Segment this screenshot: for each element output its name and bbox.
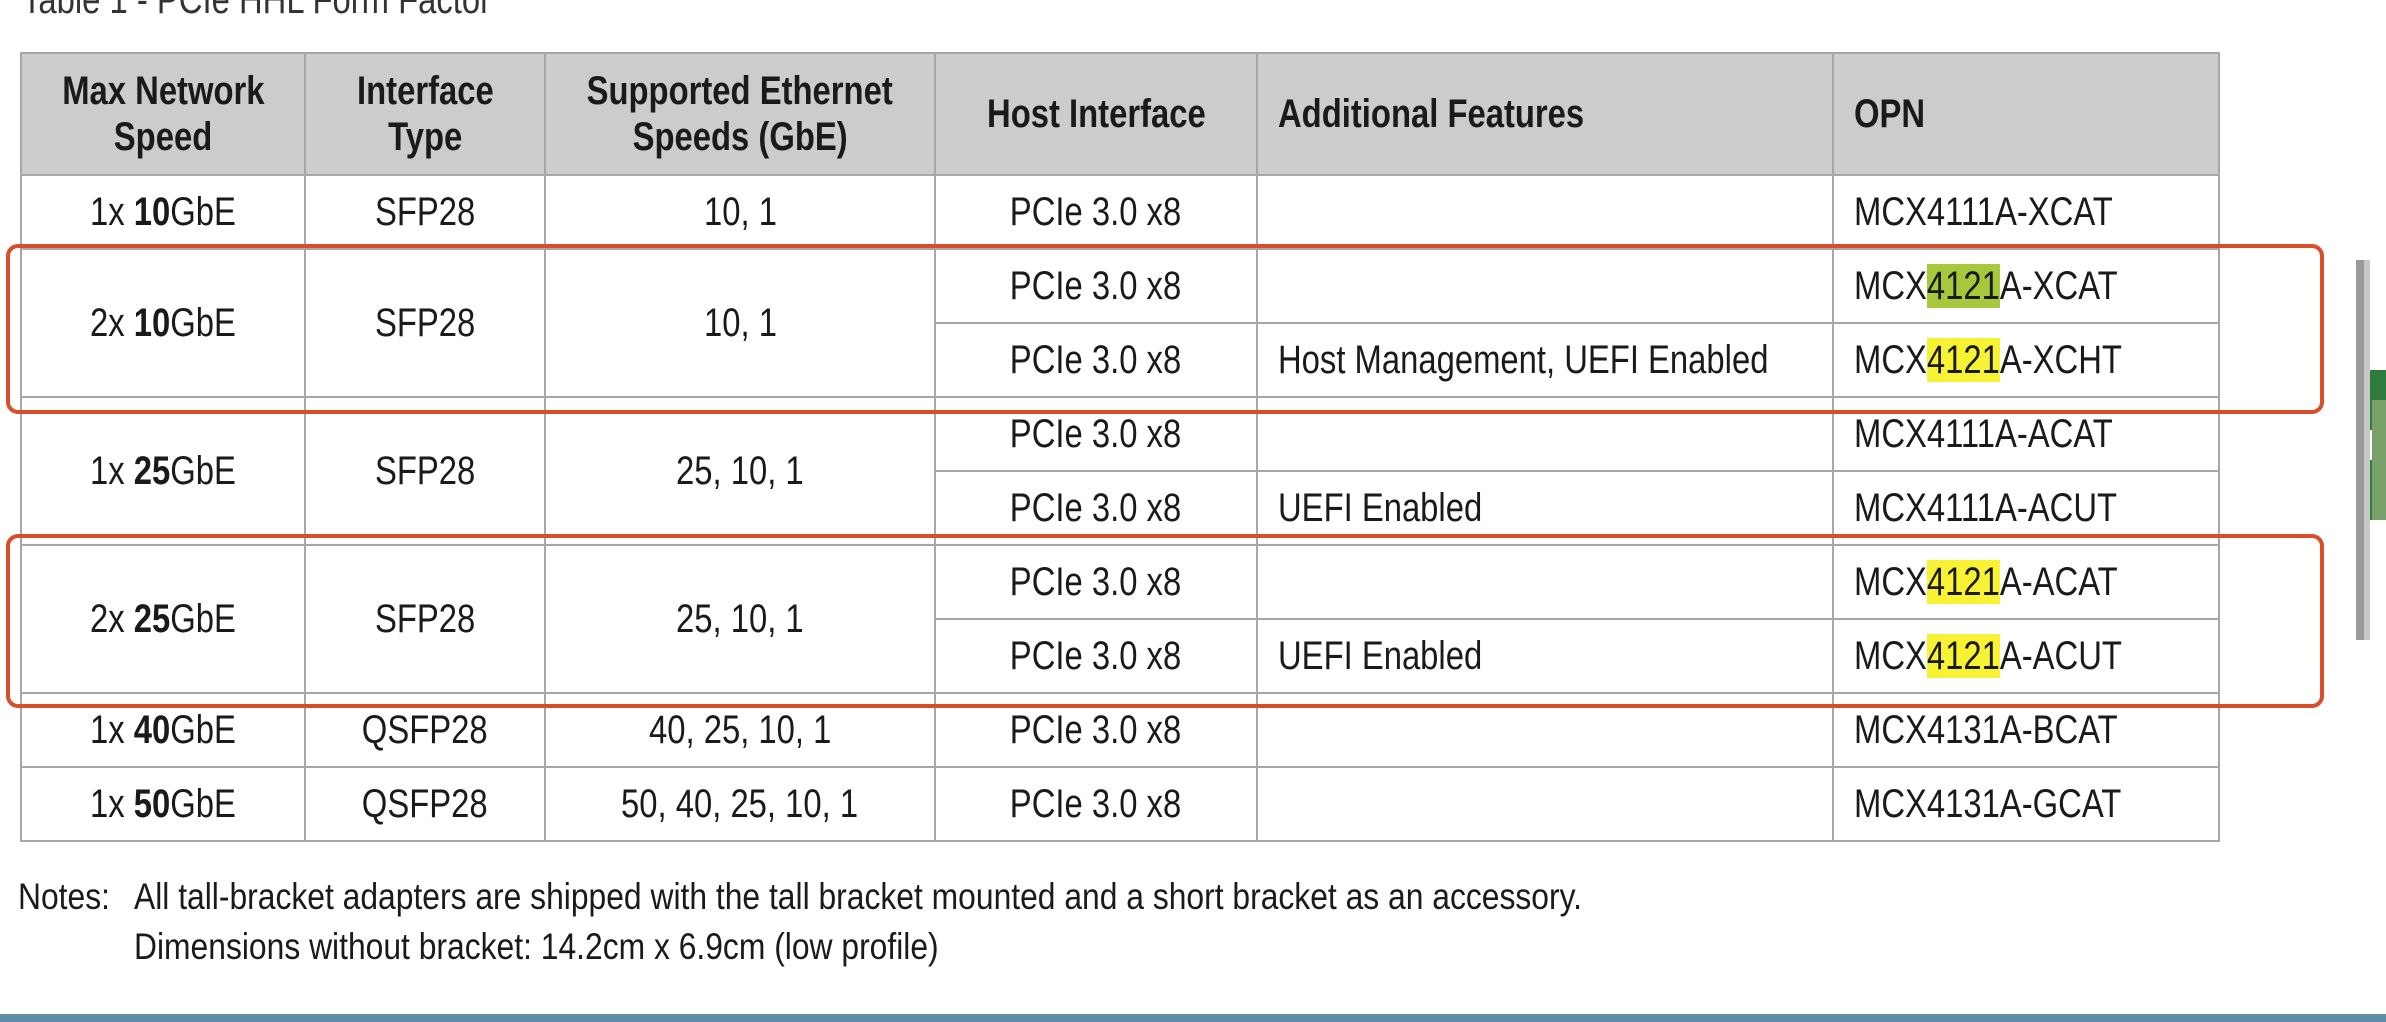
cell-max-network-speed: 1x 25GbE: [20, 396, 306, 546]
table-row: 1x 10GbE SFP28 10, 1 PCIe 3.0 x8 MCX4111A-XC…: [20, 174, 2220, 250]
table-row: 2x 25GbE SFP28 25, 10, 1 PCIe 3.0 x8 MCX4121…: [20, 544, 2220, 694]
cell-host-interface: PCIe 3.0 x8: [934, 396, 1258, 472]
header-opn: OPN: [1832, 52, 2220, 176]
cell-host-interface: PCIe 3.0 x8: [934, 322, 1258, 398]
cell-opn: MCX4121A-ACUT: [1832, 618, 2220, 694]
cell-additional-features: [1256, 174, 1834, 250]
cell-additional-features: Host Management, UEFI Enabled: [1256, 322, 1834, 398]
adapter-card-image: [2338, 260, 2386, 640]
cell-supported-ethernet-speeds: 10, 1: [544, 248, 936, 398]
cell-interface-type: SFP28: [304, 396, 546, 546]
cell-opn: MCX4121A-ACAT: [1832, 544, 2220, 620]
table-header-row: Max Network Speed Interface Type Supported…: [20, 52, 2220, 176]
header-interface-type: Interface Type: [304, 52, 546, 176]
cell-interface-type: SFP28: [304, 248, 546, 398]
header-host-interface: Host Interface: [934, 52, 1258, 176]
cell-host-interface: PCIe 3.0 x8: [934, 248, 1258, 324]
cell-additional-features: [1256, 396, 1834, 472]
cell-additional-features: [1256, 248, 1834, 324]
cell-host-interface: PCIe 3.0 x8: [934, 544, 1258, 620]
cell-opn: MCX4131A-GCAT: [1832, 766, 2220, 842]
cell-additional-features: [1256, 692, 1834, 768]
cell-supported-ethernet-speeds: 10, 1: [544, 174, 936, 250]
cell-additional-features: [1256, 544, 1834, 620]
header-max-network-speed: Max Network Speed: [20, 52, 306, 176]
cell-host-interface: PCIe 3.0 x8: [934, 174, 1258, 250]
cell-max-network-speed: 2x 10GbE: [20, 248, 306, 398]
opn-highlight: 4121: [1926, 633, 2000, 678]
notes-line-1: All tall-bracket adapters are shipped wi…: [134, 876, 1582, 917]
cell-supported-ethernet-speeds: 25, 10, 1: [544, 396, 936, 546]
cell-opn: MCX4121A-XCAT: [1832, 248, 2220, 324]
cell-interface-type: SFP28: [304, 174, 546, 250]
table-row: 2x 10GbE SFP28 10, 1 PCIe 3.0 x8 MCX4121A-XC…: [20, 248, 2220, 398]
notes-label: Notes:: [18, 876, 110, 917]
footer-rule: [0, 1014, 2386, 1022]
header-supported-ethernet-speeds: Supported Ethernet Speeds (GbE): [544, 52, 936, 176]
cell-supported-ethernet-speeds: 50, 40, 25, 10, 1: [544, 766, 936, 842]
notes-line-2: Dimensions without bracket: 14.2cm x 6.9…: [134, 926, 939, 967]
cell-supported-ethernet-speeds: 40, 25, 10, 1: [544, 692, 936, 768]
cell-host-interface: PCIe 3.0 x8: [934, 470, 1258, 546]
cell-opn: MCX4121A-XCHT: [1832, 322, 2220, 398]
cell-opn: MCX4111A-ACUT: [1832, 470, 2220, 546]
table-caption: Table 1 - PCIe HHL Form Factor: [22, 0, 492, 22]
cell-additional-features: [1256, 766, 1834, 842]
cell-max-network-speed: 2x 25GbE: [20, 544, 306, 694]
cell-opn: MCX4111A-ACAT: [1832, 396, 2220, 472]
cell-host-interface: PCIe 3.0 x8: [934, 618, 1258, 694]
cell-host-interface: PCIe 3.0 x8: [934, 766, 1258, 842]
cell-interface-type: SFP28: [304, 544, 546, 694]
header-additional-features: Additional Features: [1256, 52, 1834, 176]
product-table: Max Network Speed Interface Type Supported…: [20, 52, 2220, 842]
cell-additional-features: UEFI Enabled: [1256, 618, 1834, 694]
table-row: 1x 25GbE SFP28 25, 10, 1 PCIe 3.0 x8 MCX4111…: [20, 396, 2220, 546]
cell-max-network-speed: 1x 10GbE: [20, 174, 306, 250]
cell-interface-type: QSFP28: [304, 766, 546, 842]
cell-opn: MCX4111A-XCAT: [1832, 174, 2220, 250]
opn-highlight: 4121: [1926, 263, 2000, 308]
table-row: 1x 40GbE QSFP28 40, 25, 10, 1 PCIe 3.0 x8 MC…: [20, 692, 2220, 768]
cell-additional-features: UEFI Enabled: [1256, 470, 1834, 546]
table-row: 1x 50GbE QSFP28 50, 40, 25, 10, 1 PCIe 3.0 …: [20, 766, 2220, 842]
cell-max-network-speed: 1x 50GbE: [20, 766, 306, 842]
cell-interface-type: QSFP28: [304, 692, 546, 768]
opn-highlight: 4121: [1926, 559, 2000, 604]
opn-highlight: 4121: [1926, 337, 2000, 382]
cell-supported-ethernet-speeds: 25, 10, 1: [544, 544, 936, 694]
cell-max-network-speed: 1x 40GbE: [20, 692, 306, 768]
cell-opn: MCX4131A-BCAT: [1832, 692, 2220, 768]
cell-host-interface: PCIe 3.0 x8: [934, 692, 1258, 768]
